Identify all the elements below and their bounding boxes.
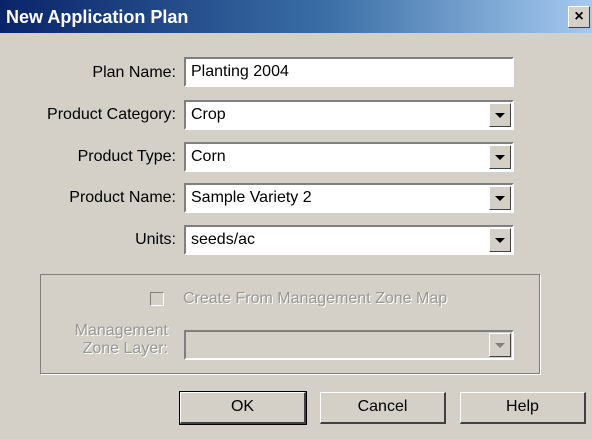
title-bar[interactable]: New Application Plan × [0,0,592,33]
create-from-zone-map-checkbox[interactable] [150,292,164,306]
plan-name-label: Plan Name: [92,64,176,81]
product-category-select[interactable]: Crop [184,100,514,130]
product-name-select[interactable]: Sample Variety 2 [184,183,514,213]
plan-name-value: Planting 2004 [191,63,289,80]
dropdown-arrow-icon[interactable] [489,103,511,127]
product-category-value: Crop [191,106,226,123]
window-title: New Application Plan [6,7,189,27]
dropdown-arrow-icon[interactable] [489,333,511,357]
product-type-label: Product Type: [77,148,176,165]
product-type-select[interactable]: Corn [184,142,514,172]
close-icon[interactable]: × [568,6,590,28]
create-from-zone-map-label: Create From Management Zone Map [183,290,448,307]
units-value: seeds/ac [191,231,256,248]
units-select[interactable]: seeds/ac [184,225,514,255]
product-category-label: Product Category: [47,106,176,123]
product-type-value: Corn [191,148,226,165]
cancel-button[interactable]: Cancel [320,392,446,424]
new-application-plan-dialog: New Application Plan × Plan Name: Planti… [0,0,592,439]
help-button[interactable]: Help [460,392,586,424]
ok-button[interactable]: OK [179,391,307,425]
product-name-label: Product Name: [69,189,176,206]
product-name-value: Sample Variety 2 [191,189,312,206]
zone-layer-label: Management Zone Layer: [75,322,168,358]
dropdown-arrow-icon[interactable] [489,228,511,252]
dropdown-arrow-icon[interactable] [489,186,511,210]
dropdown-arrow-icon[interactable] [489,145,511,169]
zone-layer-label-line2: Zone Layer: [82,340,168,357]
zone-layer-label-line1: Management [74,322,168,339]
zone-layer-select[interactable] [184,330,514,360]
plan-name-input[interactable]: Planting 2004 [184,57,514,87]
units-label: Units: [135,231,176,248]
